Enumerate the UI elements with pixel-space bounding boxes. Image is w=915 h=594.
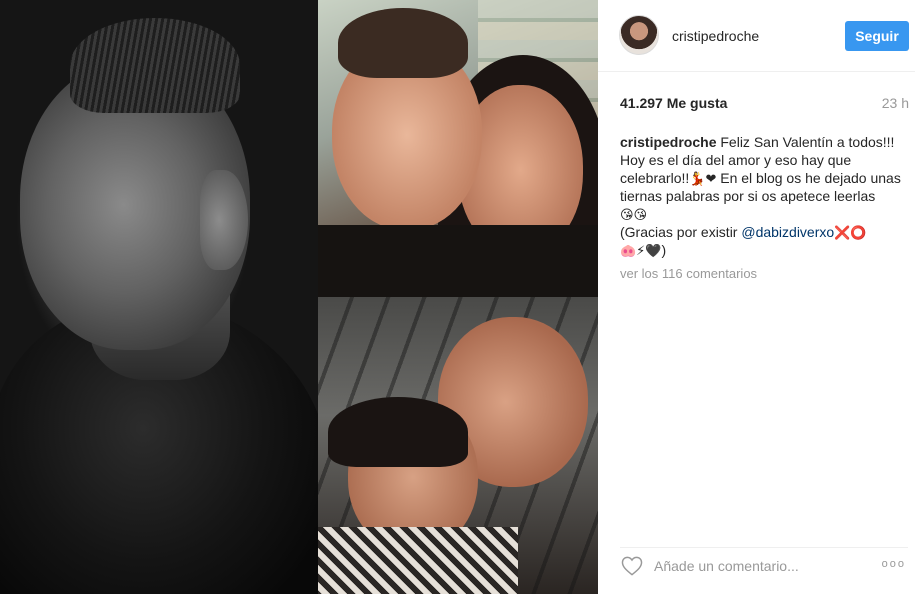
comment-bar: ooo: [620, 547, 908, 583]
dancer-heart-emoji: 💃❤: [689, 171, 717, 186]
username-link[interactable]: cristipedroche: [672, 28, 759, 44]
likes-count[interactable]: 41.297 Me gusta: [620, 95, 727, 111]
more-options-icon[interactable]: ooo: [882, 558, 906, 570]
kiss-emoji: 😘😘: [620, 207, 648, 222]
post-timestamp[interactable]: 23 h: [882, 95, 909, 111]
heart-outline-icon[interactable]: [620, 555, 644, 577]
comment-input[interactable]: [654, 557, 854, 575]
post-info-panel: cristipedroche Seguir 41.297 Me gusta 23…: [598, 0, 915, 594]
follow-button[interactable]: Seguir: [845, 21, 909, 51]
caption-text: ): [661, 242, 667, 258]
post-caption: cristipedroche Feliz San Valentín a todo…: [620, 133, 902, 259]
caption-author-link[interactable]: cristipedroche: [620, 134, 716, 150]
photo-man-portrait: [0, 0, 318, 594]
view-comments-link[interactable]: ver los 116 comentarios: [620, 266, 757, 281]
post-media[interactable]: [0, 0, 598, 594]
photo-couple-selfie-bottom: [318, 297, 598, 594]
pig-bolt-heart-emoji: 🐽⚡🖤: [620, 243, 662, 258]
photo-couple-selfie-top: [318, 0, 598, 297]
caption-text: (Gracias por existir: [620, 224, 742, 240]
avatar[interactable]: [619, 15, 659, 55]
mention-link[interactable]: @dabizdiverxo: [741, 224, 834, 240]
post-header: cristipedroche Seguir: [598, 0, 915, 72]
x-o-emoji: ❌⭕: [834, 225, 867, 240]
